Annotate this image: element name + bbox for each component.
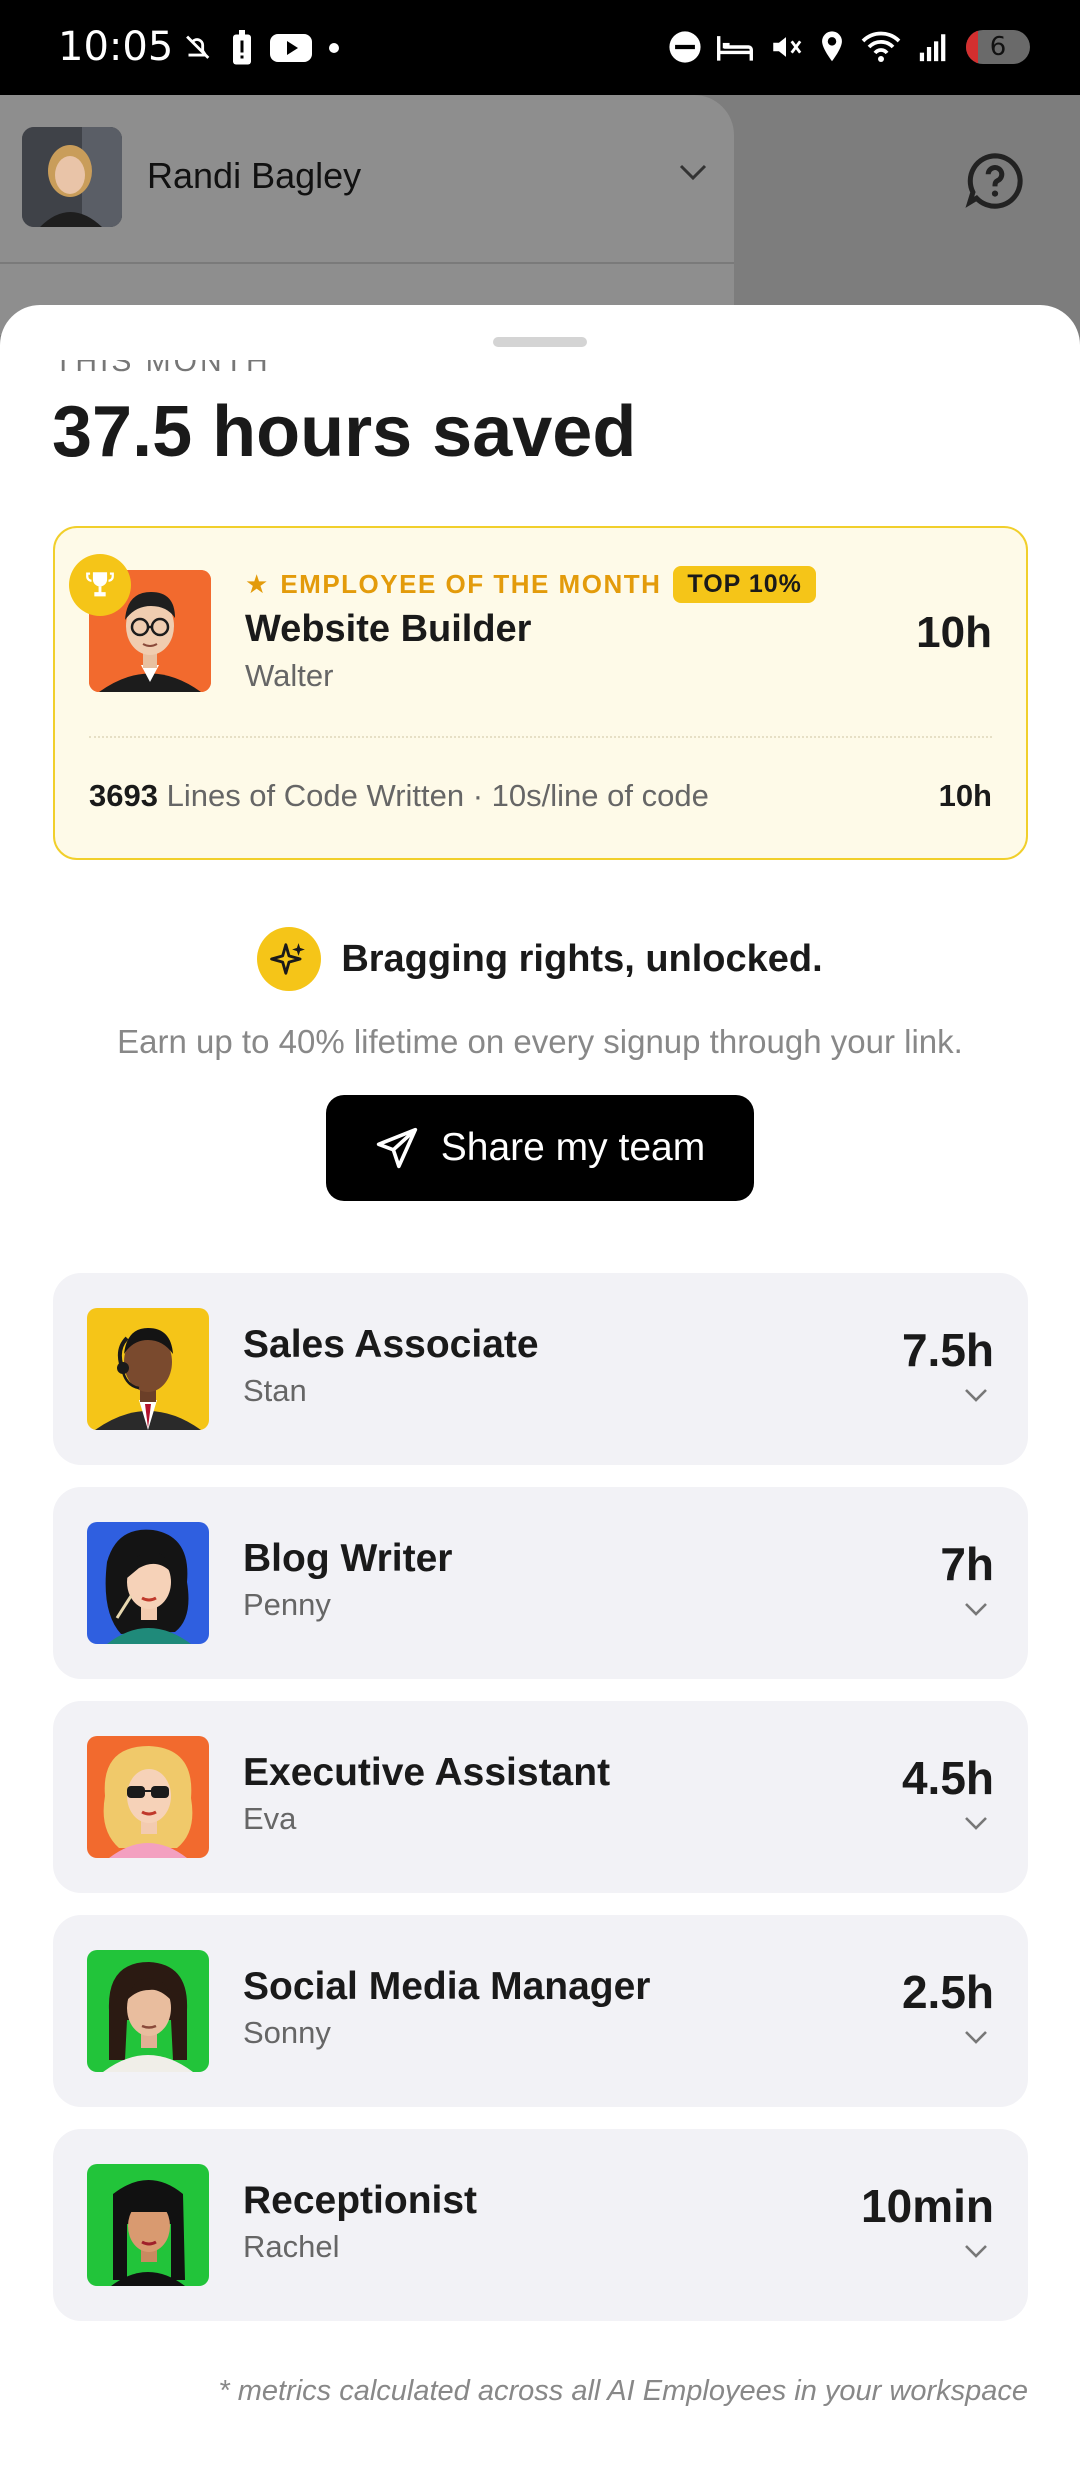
employee-name: Rachel bbox=[243, 2229, 340, 2264]
employee-role: Executive Assistant bbox=[243, 1751, 611, 1794]
sales-associate-avatar bbox=[87, 1308, 209, 1430]
metric-description: Lines of Code Written · 10s/line of code bbox=[157, 778, 709, 813]
battery-indicator: 6 bbox=[966, 30, 1030, 64]
background-divider bbox=[0, 262, 734, 264]
battery-level-text: 6 bbox=[989, 32, 1007, 62]
employee-hours: 10min bbox=[861, 2180, 994, 2232]
battery-alert-icon bbox=[233, 30, 251, 65]
dot-icon bbox=[329, 43, 339, 53]
employee-name: Stan bbox=[243, 1373, 307, 1408]
status-bar: 10:05 6 bbox=[0, 0, 1080, 95]
wifi-icon bbox=[861, 31, 901, 62]
chevron-down-icon[interactable] bbox=[962, 2027, 990, 2047]
employee-of-month-metric: 3693 Lines of Code Written · 10s/line of… bbox=[89, 778, 709, 814]
youtube-icon bbox=[270, 34, 312, 62]
chevron-down-icon[interactable] bbox=[962, 1385, 990, 1405]
employee-of-month-hours: 10h bbox=[916, 608, 992, 657]
referral-description: Earn up to 40% lifetime on every signup … bbox=[117, 1023, 963, 1060]
employee-name: Sonny bbox=[243, 2015, 331, 2050]
user-avatar[interactable] bbox=[22, 127, 122, 227]
social-media-manager-portrait-icon bbox=[87, 1950, 209, 2072]
employee-name: Eva bbox=[243, 1801, 297, 1836]
metrics-footnote: * metrics calculated across all AI Emplo… bbox=[218, 2375, 1028, 2407]
employee-row-social-media-manager[interactable]: Social Media Manager Sonny 2.5h bbox=[53, 1915, 1028, 2107]
send-icon bbox=[376, 1127, 417, 1169]
status-left-icons bbox=[180, 30, 340, 66]
employee-row-receptionist[interactable]: Receptionist Rachel 10min bbox=[53, 2129, 1028, 2321]
employee-of-month-tagline: ★ EMPLOYEE OF THE MONTH TOP 10% bbox=[245, 566, 816, 603]
social-media-manager-avatar bbox=[87, 1950, 209, 2072]
hours-saved-sheet: THIS MONTH 37.5 hours saved ★ EMPLOYEE O… bbox=[0, 305, 1080, 2483]
user-name[interactable]: Randi Bagley bbox=[147, 155, 361, 197]
employee-hours: 7.5h bbox=[901, 1324, 994, 1376]
sales-associate-portrait-icon bbox=[87, 1308, 209, 1430]
chevron-down-icon[interactable] bbox=[962, 1599, 990, 1619]
trophy-badge bbox=[69, 554, 131, 616]
trophy-icon bbox=[86, 572, 114, 597]
employee-row-sales-associate[interactable]: Sales Associate Stan 7.5h bbox=[53, 1273, 1028, 1465]
metric-hours: 10h bbox=[938, 778, 992, 813]
employee-of-month-label: EMPLOYEE OF THE MONTH bbox=[280, 569, 662, 599]
chevron-down-icon[interactable] bbox=[962, 2241, 990, 2261]
metric-count: 3693 bbox=[89, 778, 158, 813]
notifications-off-icon bbox=[186, 35, 210, 59]
employee-of-month-name: Walter bbox=[245, 658, 334, 693]
chevron-down-icon[interactable] bbox=[962, 1813, 990, 1833]
employee-of-month-card[interactable]: ★ EMPLOYEE OF THE MONTH TOP 10% Website … bbox=[53, 526, 1028, 860]
receptionist-portrait-icon bbox=[87, 2164, 209, 2286]
employee-row-executive-assistant[interactable]: Executive Assistant Eva 4.5h bbox=[53, 1701, 1028, 1893]
star-icon: ★ bbox=[245, 569, 269, 599]
period-label: THIS MONTH bbox=[54, 345, 271, 378]
employee-hours: 4.5h bbox=[901, 1752, 994, 1804]
employee-hours: 7h bbox=[940, 1538, 994, 1590]
status-time: 10:05 bbox=[58, 24, 174, 70]
employee-hours: 2.5h bbox=[901, 1966, 994, 2018]
bragging-rights-title: Bragging rights, unlocked. bbox=[341, 937, 823, 980]
employee-row-blog-writer[interactable]: Blog Writer Penny 7h bbox=[53, 1487, 1028, 1679]
employee-role: Sales Associate bbox=[243, 1323, 539, 1366]
bragging-rights-header: Bragging rights, unlocked. bbox=[0, 927, 1080, 991]
sparkle-icon bbox=[270, 943, 306, 975]
employee-role: Receptionist bbox=[243, 2179, 478, 2222]
help-chat-icon[interactable] bbox=[964, 150, 1026, 212]
hours-saved-title: 37.5 hours saved bbox=[52, 392, 637, 472]
executive-assistant-portrait-icon bbox=[87, 1736, 209, 1858]
mute-icon bbox=[773, 37, 802, 57]
user-photo-icon bbox=[22, 127, 122, 227]
sleep-mode-icon bbox=[717, 36, 753, 61]
location-icon bbox=[822, 31, 842, 62]
blog-writer-avatar bbox=[87, 1522, 209, 1644]
chevron-down-icon[interactable] bbox=[677, 160, 709, 184]
status-right-icons: 6 bbox=[668, 30, 1030, 64]
receptionist-avatar bbox=[87, 2164, 209, 2286]
top-percent-badge: TOP 10% bbox=[673, 566, 816, 603]
share-my-team-label: Share my team bbox=[440, 1126, 706, 1169]
employee-role: Blog Writer bbox=[243, 1537, 453, 1580]
sparkle-badge bbox=[257, 927, 322, 991]
signal-icon bbox=[919, 34, 946, 62]
employee-role: Social Media Manager bbox=[243, 1965, 651, 2008]
share-my-team-button[interactable]: Share my team bbox=[326, 1095, 754, 1201]
employee-of-month-role: Website Builder bbox=[245, 608, 532, 650]
executive-assistant-avatar bbox=[87, 1736, 209, 1858]
employee-name: Penny bbox=[243, 1587, 331, 1622]
do-not-disturb-icon bbox=[669, 31, 701, 63]
sheet-drag-handle[interactable] bbox=[493, 337, 587, 347]
blog-writer-portrait-icon bbox=[87, 1522, 209, 1644]
card-divider bbox=[89, 736, 992, 738]
